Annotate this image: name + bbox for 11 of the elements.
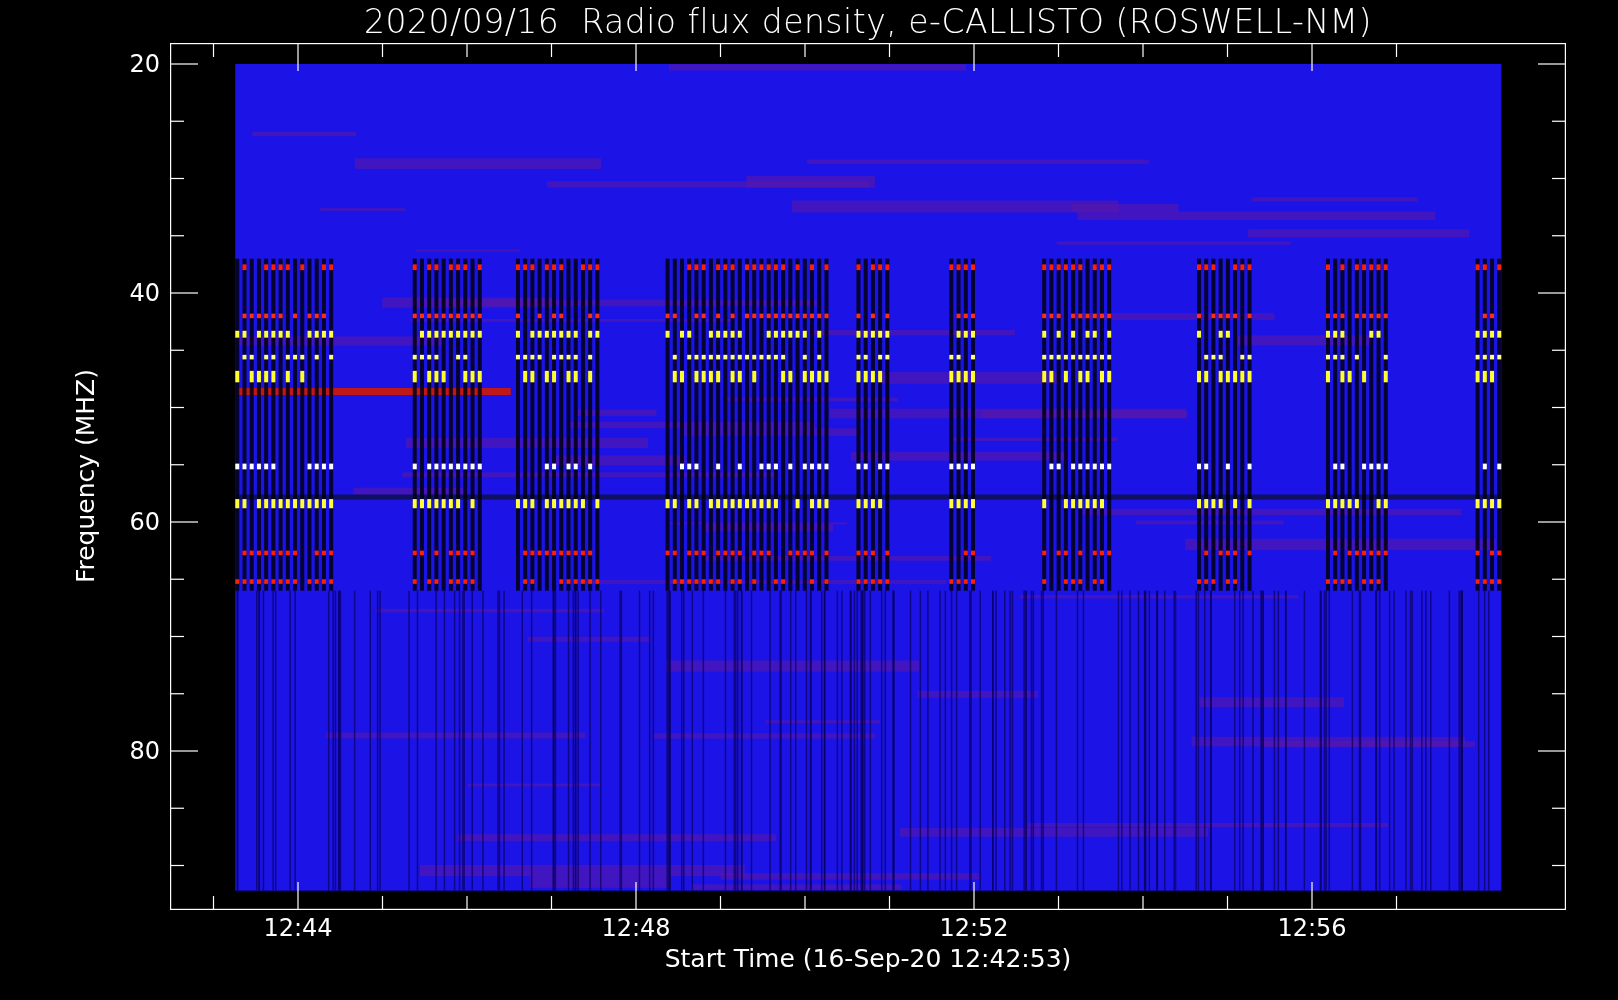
x-tick-label: 12:48 [601,914,671,942]
x-tick-label: 12:56 [1277,914,1347,942]
y-tick-label: 60 [129,508,160,536]
x-tick-label: 12:52 [939,914,1009,942]
chart-title: 2020/09/16 Radio flux density, e-CALLISTO (ROSWELL-NM) [364,2,1372,41]
x-axis-label: Start Time (16-Sep-20 12:42:53) [664,944,1072,975]
y-axis-label: Frequency (MHZ) [71,369,100,584]
y-tick-label: 80 [129,737,160,765]
y-tick-label: 20 [129,50,160,78]
x-tick-label: 12:44 [263,914,333,942]
y-tick-label: 40 [129,279,160,307]
